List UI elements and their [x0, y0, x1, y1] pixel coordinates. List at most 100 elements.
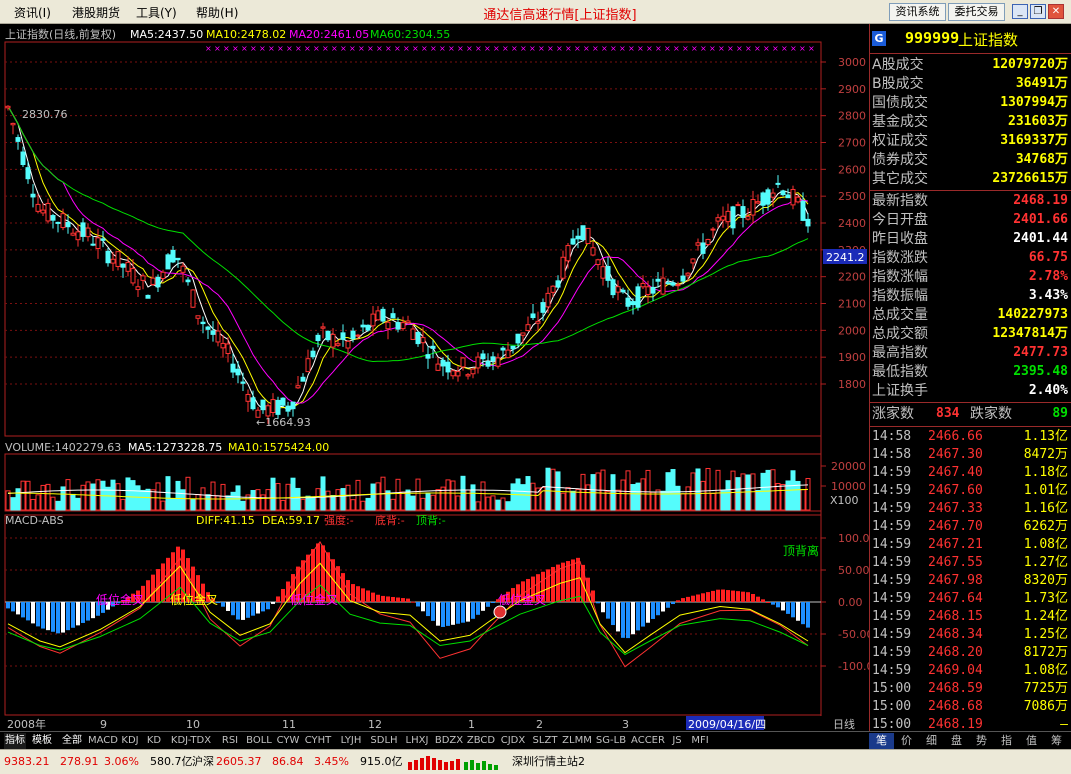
indicator-tab[interactable]: BOLL	[244, 733, 274, 749]
minimize-icon[interactable]: _	[1012, 4, 1028, 19]
menu-info[interactable]: 资讯(I)	[14, 4, 51, 21]
quote-tab-bar: 笔价细盘势指值筹	[869, 731, 1071, 749]
candle-body	[350, 330, 356, 340]
quote-tab[interactable]: 价	[894, 733, 919, 749]
macd-bar	[691, 595, 695, 602]
macd-bar	[706, 592, 710, 602]
macd-bar	[741, 591, 745, 602]
candle-body	[35, 203, 41, 212]
macd-bar	[261, 602, 265, 612]
indicator-tab[interactable]: 模板	[28, 733, 56, 749]
quote-tab[interactable]: 笔	[869, 733, 894, 749]
turnover-label: 国债成交	[872, 95, 928, 111]
indicator-tab[interactable]: MFI	[688, 733, 712, 749]
volume-bar	[205, 494, 211, 511]
period-label[interactable]: 日线	[833, 717, 855, 731]
macd-bar	[546, 569, 550, 602]
menu-help[interactable]: 帮助(H)	[196, 4, 238, 21]
g-icon[interactable]: G	[872, 31, 886, 46]
candle-body	[530, 313, 536, 319]
tick-row: 14:59 2468.20 8172万	[872, 644, 1068, 662]
indicator-tab[interactable]: 指标	[4, 733, 26, 749]
quote-tab[interactable]: 筹	[1044, 733, 1069, 749]
volume-bar	[130, 480, 136, 511]
tick-volume: 8320万	[1023, 573, 1068, 588]
macd-bar	[661, 602, 665, 612]
candle-body	[420, 337, 426, 344]
signal-mark: ×	[763, 44, 770, 53]
signal-mark: ×	[592, 44, 599, 53]
indicator-tab[interactable]: KDJ	[118, 733, 142, 749]
restore-icon[interactable]: ❐	[1030, 4, 1046, 19]
indicator-tab[interactable]: LHXJ	[402, 733, 432, 749]
macd-bar	[251, 602, 255, 616]
quote-tab[interactable]: 指	[994, 733, 1019, 749]
quote-tab[interactable]: 势	[969, 733, 994, 749]
signal-mark: ×	[358, 44, 365, 53]
candle-body	[265, 405, 271, 417]
indicator-tab[interactable]: CJDX	[498, 733, 528, 749]
candle-body	[120, 263, 126, 268]
indicator-tab[interactable]: ZLMM	[562, 733, 592, 749]
turnover-row: 债券成交 34768万	[872, 151, 1068, 169]
macd-bar	[381, 595, 385, 602]
divider	[870, 402, 1071, 403]
volume-bar	[265, 489, 271, 511]
signal-mark: ×	[637, 44, 644, 53]
quote-header: G 999999 上证指数	[870, 24, 1071, 54]
menu-hk-futures[interactable]: 港股期货	[72, 4, 120, 21]
indicator-tab[interactable]: BDZX	[434, 733, 464, 749]
volume-bar	[735, 477, 741, 511]
indicator-tab[interactable]: JS	[668, 733, 686, 749]
macd-bar	[246, 602, 250, 618]
indicator-tab[interactable]: CYW	[276, 733, 300, 749]
turnover-value: 3169337万	[1000, 133, 1068, 148]
stat-value: 12347814万	[992, 326, 1068, 341]
signal-mark: ×	[790, 44, 797, 53]
kline-chart[interactable]: 1800190020002100220023002400250026002700…	[0, 24, 869, 731]
indicator-tab[interactable]: SDLH	[368, 733, 400, 749]
indicator-tab[interactable]: SLZT	[530, 733, 560, 749]
indicator-tab[interactable]: MACD	[88, 733, 118, 749]
candle-body	[305, 358, 311, 373]
macd-panel-border	[4, 514, 822, 716]
macd-bar	[801, 602, 805, 625]
volume-bar	[490, 495, 496, 511]
candle-body	[800, 200, 806, 221]
up-label: 涨家数	[872, 406, 914, 422]
ma20-label: MA20:2461.05	[289, 28, 369, 41]
candle-body	[200, 321, 206, 325]
turnover-label: B股成交	[872, 76, 924, 92]
indicator-tab[interactable]: SG-LB	[594, 733, 628, 749]
indicator-tab[interactable]: 全部	[58, 733, 86, 749]
price-tick-label: 3000	[838, 56, 866, 69]
menu-tools[interactable]: 工具(Y)	[136, 4, 177, 21]
macd-signal-3: 低位金叉	[290, 592, 338, 607]
volume-bar	[630, 484, 636, 511]
indicator-tab[interactable]: RSI	[218, 733, 242, 749]
indicator-tab[interactable]: CYHT	[302, 733, 334, 749]
indicator-tab[interactable]: ZBCD	[466, 733, 496, 749]
trade-button[interactable]: 委托交易	[948, 3, 1005, 21]
macd-bar	[746, 592, 750, 602]
indicator-tab[interactable]: ACCER	[630, 733, 666, 749]
indicator-tab[interactable]: KDJ-TDX	[166, 733, 216, 749]
indicator-tab[interactable]: LYJH	[336, 733, 366, 749]
candle-body	[210, 330, 216, 335]
candle-body	[630, 301, 636, 306]
quote-tab[interactable]: 值	[1019, 733, 1044, 749]
quote-tab[interactable]: 盘	[944, 733, 969, 749]
candle-body	[495, 357, 501, 367]
indicator-tab[interactable]: KD	[144, 733, 164, 749]
volume-bar	[240, 500, 246, 511]
candle-body	[680, 275, 686, 282]
candle-body	[405, 320, 411, 324]
quote-tab[interactable]: 细	[919, 733, 944, 749]
signal-mark: ×	[223, 44, 230, 53]
close-icon[interactable]: ✕	[1048, 4, 1064, 19]
info-system-button[interactable]: 资讯系统	[889, 3, 946, 21]
ma10-label: MA10:2478.02	[206, 28, 286, 41]
tick-price: 2466.66	[928, 429, 983, 444]
candle-body	[195, 315, 201, 319]
signal-mark: ×	[718, 44, 725, 53]
